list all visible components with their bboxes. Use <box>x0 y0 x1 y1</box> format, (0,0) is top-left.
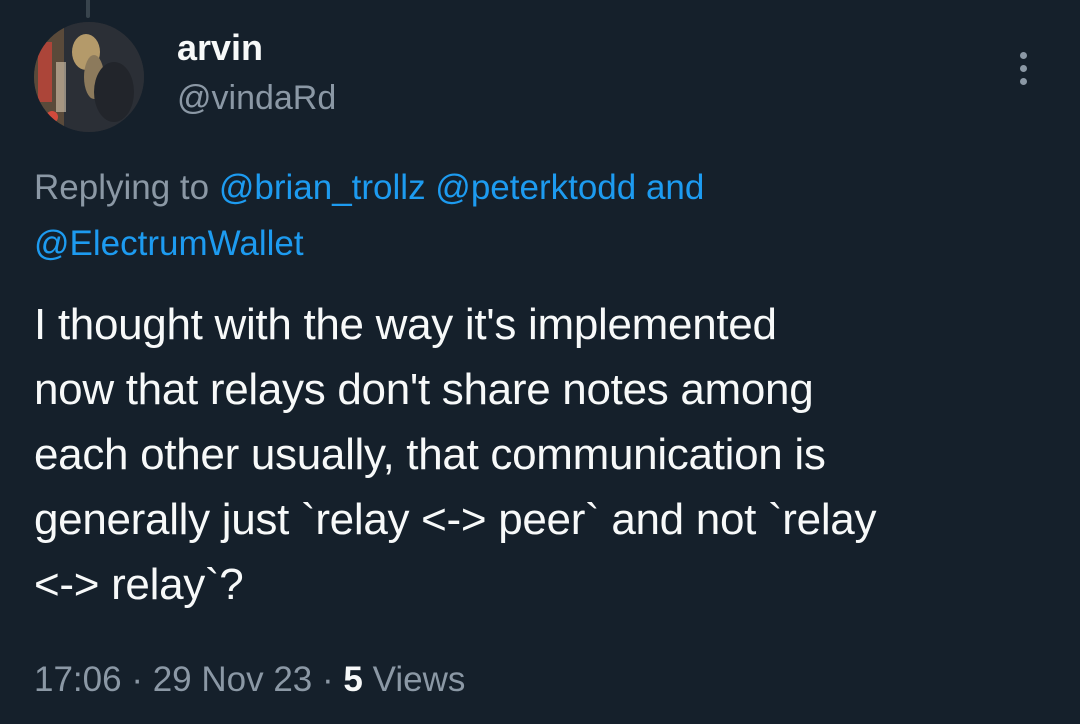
tweet-text-line: generally just `relay <-> peer` and not … <box>34 495 877 544</box>
mention-link[interactable]: @peterktodd <box>435 168 636 207</box>
mention-conjunction[interactable]: and <box>646 168 704 207</box>
user-names: arvin @vindaRd <box>177 26 336 120</box>
tweet-body: I thought with the way it's implemented … <box>34 292 1044 617</box>
more-dots-icon <box>1019 51 1027 59</box>
views-label: Views <box>372 660 466 699</box>
tweet-text-line: each other usually, that communication i… <box>34 430 826 479</box>
views-count: 5 <box>343 660 363 699</box>
more-options-button[interactable] <box>1006 46 1040 90</box>
user-handle[interactable]: @vindaRd <box>177 76 336 120</box>
display-name[interactable]: arvin <box>177 26 336 70</box>
tweet-text-line: <-> relay`? <box>34 560 244 609</box>
replying-to: Replying to @brian_trollz @peterktodd an… <box>34 160 1044 272</box>
avatar[interactable] <box>34 22 144 132</box>
tweet-meta: 17:06 · 29 Nov 23 · 5 Views <box>34 652 465 708</box>
tweet-time[interactable]: 17:06 <box>34 660 122 699</box>
more-dots-icon <box>1019 77 1027 85</box>
meta-separator: · <box>131 660 143 699</box>
tweet-text-line: I thought with the way it's implemented <box>34 300 777 349</box>
tweet-date[interactable]: 29 Nov 23 <box>153 660 313 699</box>
more-dots-icon <box>1019 64 1027 72</box>
thread-connector-line <box>86 0 90 18</box>
replying-to-label: Replying to <box>34 168 210 207</box>
mention-link[interactable]: @brian_trollz <box>219 168 426 207</box>
meta-separator: · <box>322 660 334 699</box>
tweet-text-line: now that relays don't share notes among <box>34 365 814 414</box>
mention-link[interactable]: @ElectrumWallet <box>34 224 304 263</box>
tweet-header: arvin @vindaRd <box>34 22 336 132</box>
